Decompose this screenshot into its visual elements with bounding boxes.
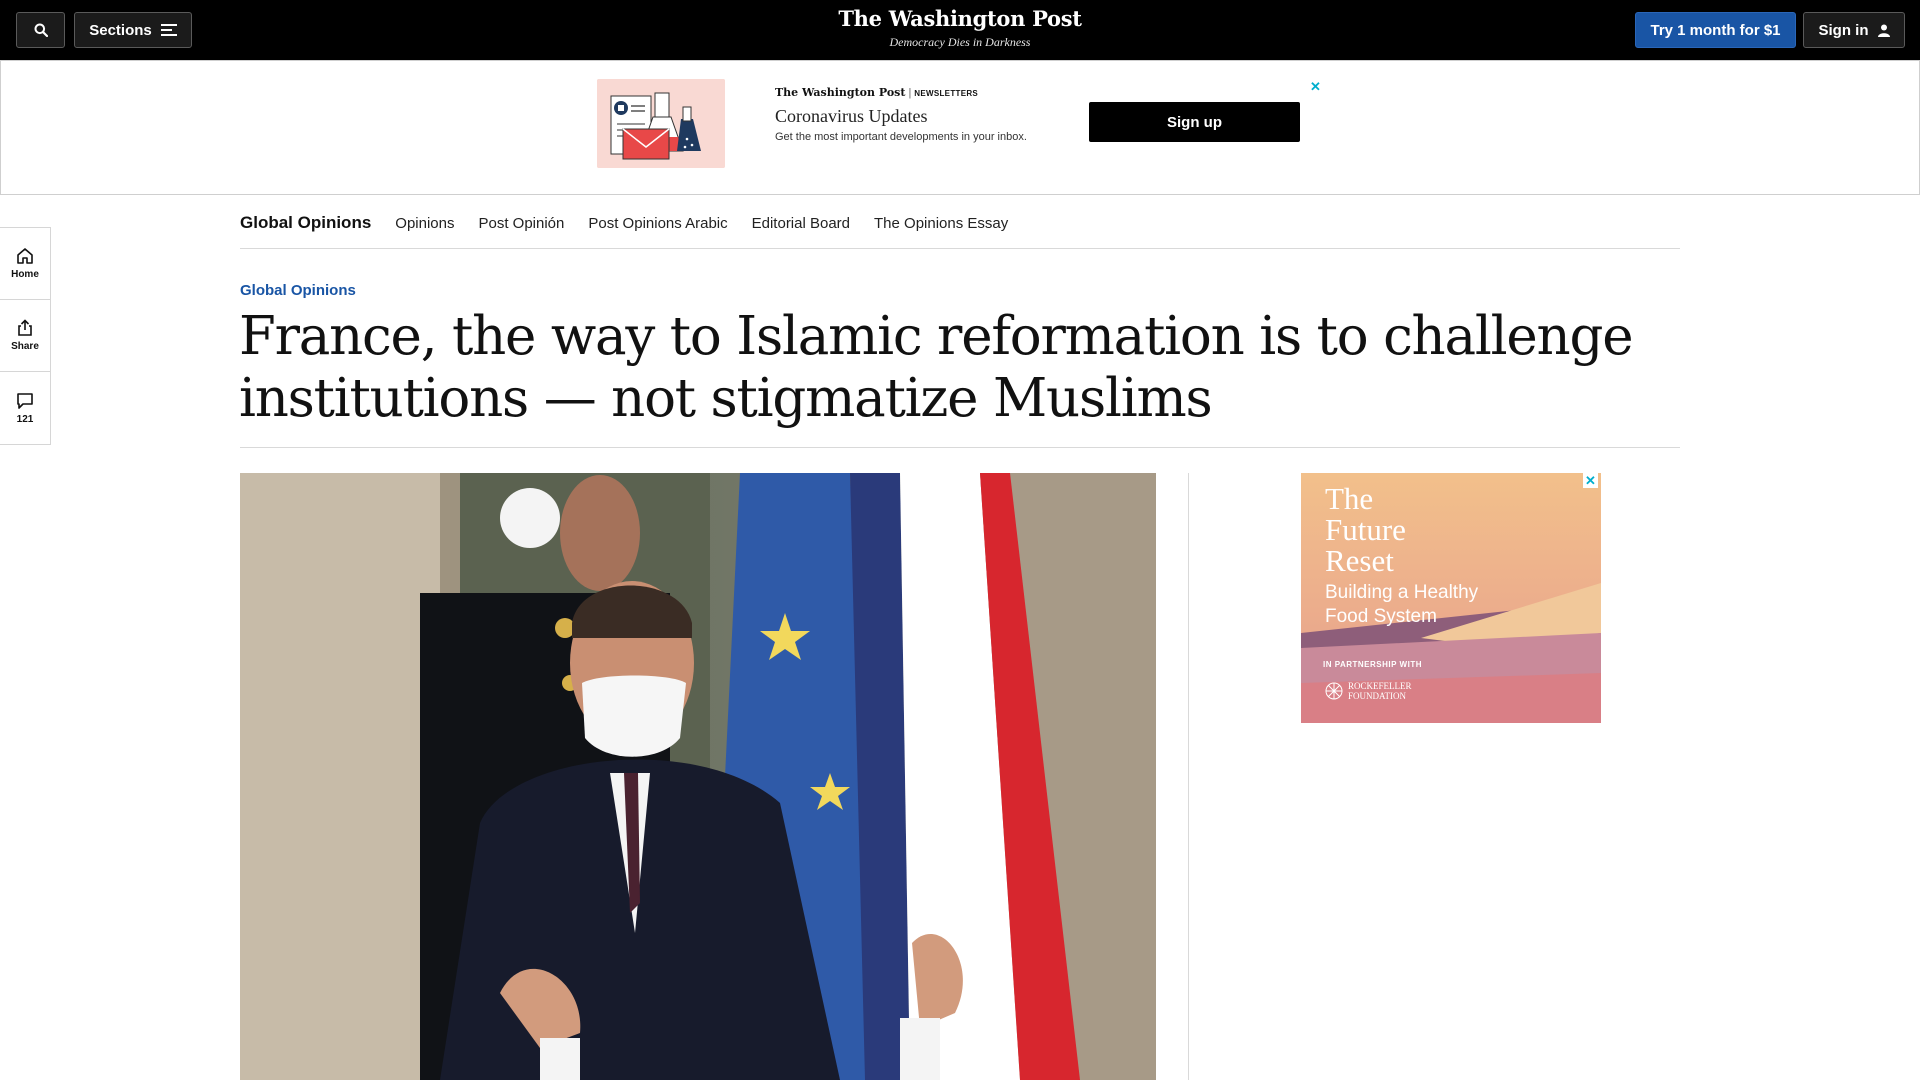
share-label: Share	[11, 341, 39, 352]
newsletter-brand-name: The Washington Post	[775, 86, 906, 99]
sidebar-ad-subtitle: Building a Healthy Food System	[1325, 582, 1479, 627]
article-kicker[interactable]: Global Opinions	[240, 282, 356, 299]
signin-label: Sign in	[1818, 21, 1869, 39]
close-icon[interactable]: ✕	[1583, 473, 1598, 488]
section-nav-title[interactable]: Global Opinions	[240, 213, 371, 233]
sections-label: Sections	[89, 21, 152, 39]
section-nav: Global Opinions Opinions Post Opinión Po…	[240, 208, 1680, 249]
signin-button[interactable]: Sign in	[1803, 12, 1905, 48]
foundation-line-1: ROCKEFELLER	[1348, 681, 1412, 691]
foundation-line-2: FOUNDATION	[1348, 691, 1406, 701]
search-button[interactable]	[16, 12, 65, 48]
lead-photo	[240, 473, 1156, 1080]
subscribe-button[interactable]: Try 1 month for $1	[1635, 12, 1796, 48]
newsletter-brand: The Washington Post | NEWSLETTERS	[775, 86, 979, 99]
close-icon[interactable]: ✕	[1308, 79, 1323, 94]
masthead-bar: Sections The Washington Post Democracy D…	[0, 0, 1920, 60]
comment-icon	[17, 392, 33, 409]
share-button[interactable]: Share	[0, 300, 50, 372]
home-button[interactable]: Home	[0, 228, 50, 300]
share-rail: Home Share 121	[0, 227, 51, 445]
newsletter-title: Coronavirus Updates	[775, 106, 928, 126]
newsletter-signup-button[interactable]: Sign up	[1089, 102, 1300, 142]
home-icon	[17, 248, 33, 264]
sidebar-ad[interactable]: The Future Reset Building a Healthy Food…	[1301, 473, 1601, 723]
sidebar-ad-title: The Future Reset	[1325, 481, 1406, 578]
comment-count: 121	[16, 413, 34, 425]
nav-link-post-opinions-arabic[interactable]: Post Opinions Arabic	[588, 215, 727, 232]
article-headline: France, the way to Islamic reformation i…	[239, 306, 1634, 429]
sidebar-ad-partner: IN PARTNERSHIP WITH	[1323, 660, 1422, 669]
nav-link-opinions[interactable]: Opinions	[395, 215, 454, 232]
logo-text: The Washington Post	[838, 6, 1082, 31]
sections-button[interactable]: Sections	[74, 12, 192, 48]
newsletter-ad: The Washington Post | NEWSLETTERS Coronavi…	[0, 60, 1920, 195]
tagline: Democracy Dies in Darkness	[889, 35, 1031, 49]
nav-link-post-opinion[interactable]: Post Opinión	[478, 215, 564, 232]
search-icon	[34, 23, 48, 37]
headline-divider	[240, 447, 1680, 448]
comments-button[interactable]: 121	[0, 372, 50, 444]
nav-link-opinions-essay[interactable]: The Opinions Essay	[874, 215, 1008, 232]
site-logo[interactable]: The Washington Post Democracy Dies in Da…	[760, 6, 1160, 50]
menu-icon	[160, 24, 177, 36]
foundation-logo: ROCKEFELLER FOUNDATION	[1325, 681, 1412, 701]
nav-link-editorial-board[interactable]: Editorial Board	[752, 215, 850, 232]
home-label: Home	[11, 269, 39, 280]
newsletter-illustration	[597, 79, 725, 168]
newsletter-brand-tag: NEWSLETTERS	[914, 89, 979, 98]
newsletter-description: Get the most important developments in y…	[775, 131, 1027, 143]
share-icon	[18, 319, 32, 336]
column-divider	[1188, 473, 1189, 1080]
foundation-emblem-icon	[1325, 682, 1343, 700]
user-icon	[1877, 24, 1890, 37]
